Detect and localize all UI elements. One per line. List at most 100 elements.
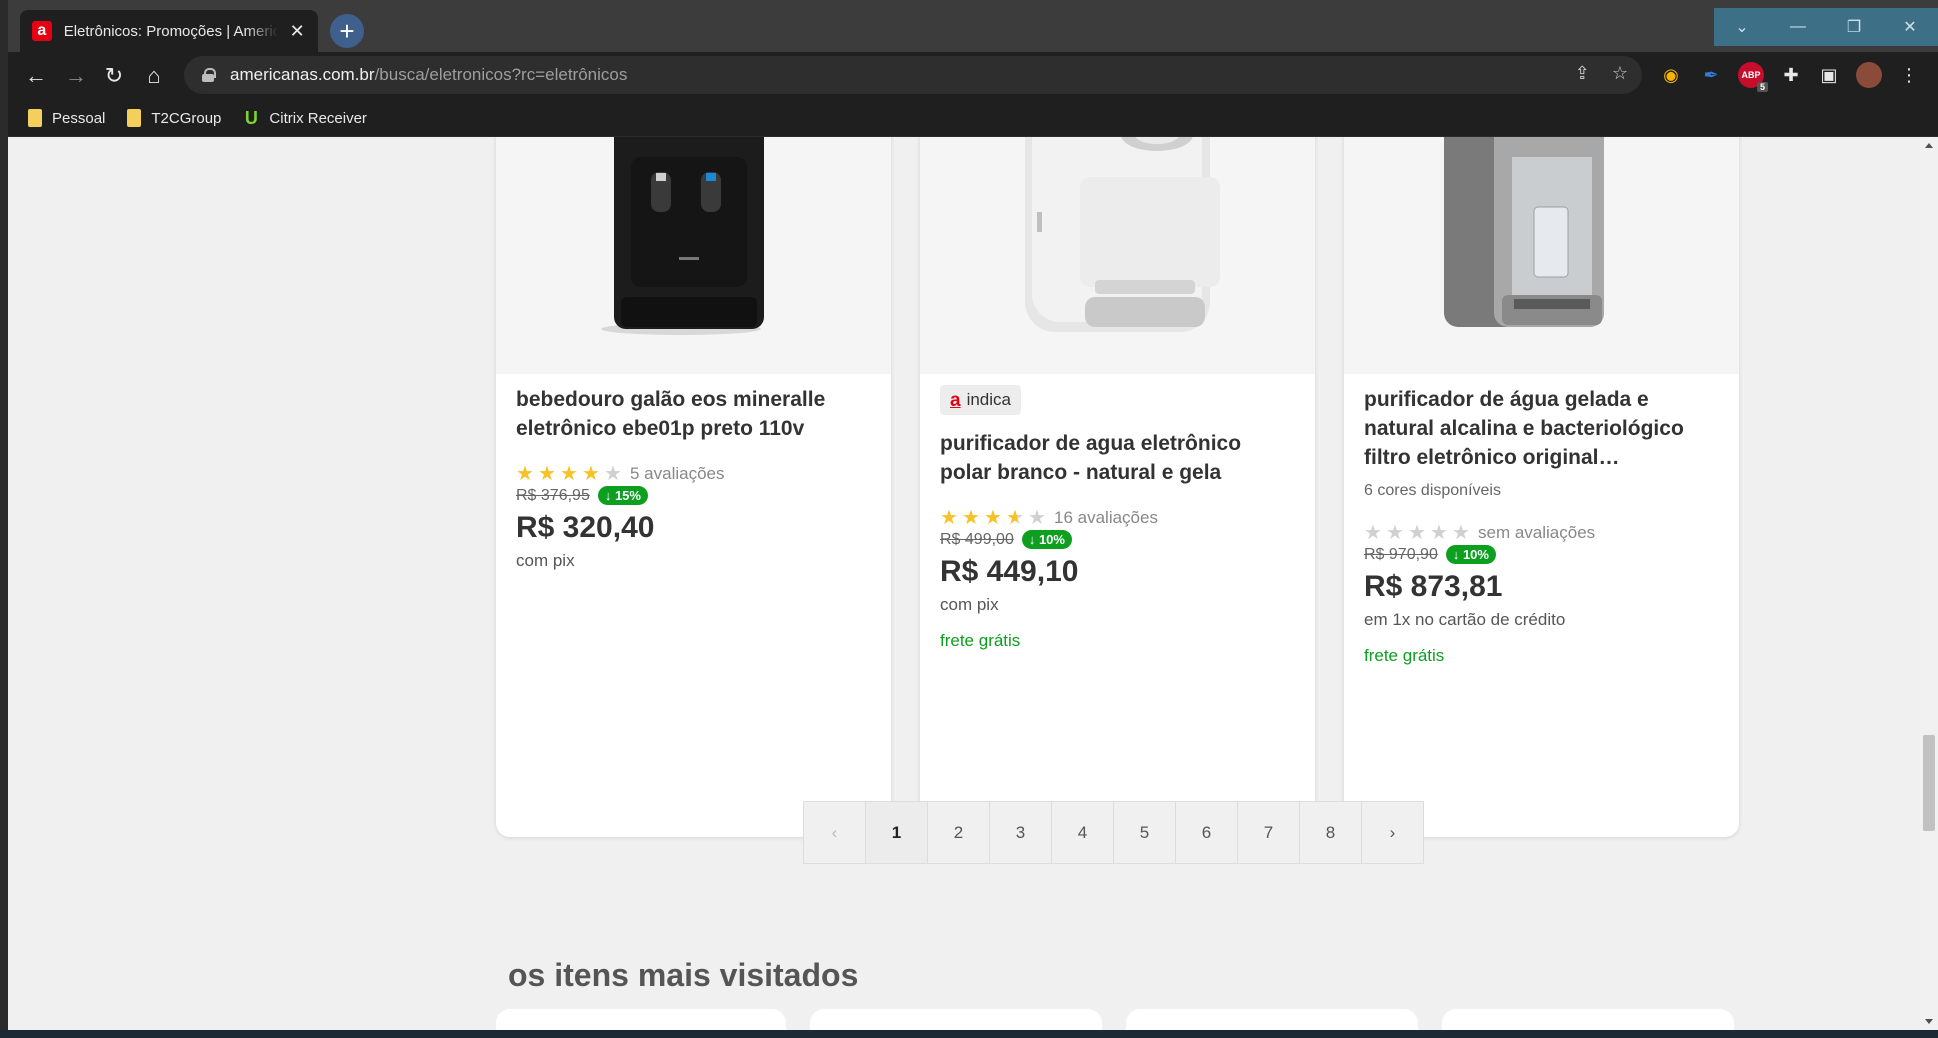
browser-window: a Eletrônicos: Promoções | Americanas ✕ … (0, 0, 1938, 1038)
home-icon[interactable]: ⌂ (140, 62, 168, 90)
active-tab[interactable]: a Eletrônicos: Promoções | Americanas ✕ (20, 10, 318, 52)
old-price-row: R$ 499,00 ↓ 10% (940, 530, 1295, 549)
page-3-button[interactable]: 3 (989, 801, 1052, 864)
forward-icon[interactable]: → (62, 62, 90, 90)
feather-extension-icon[interactable]: ✒ (1698, 62, 1724, 88)
scroll-down-arrow-icon[interactable] (1925, 1019, 1933, 1024)
star-icon: ★ (1386, 522, 1404, 544)
lens-extension-icon[interactable]: ◉ (1658, 62, 1684, 88)
product-image[interactable] (1344, 137, 1739, 374)
citrix-icon: U (244, 107, 258, 128)
free-shipping-label: frete grátis (1364, 646, 1445, 665)
back-icon[interactable]: ← (22, 62, 50, 90)
old-price: R$ 499,00 (940, 530, 1014, 548)
lock-icon (202, 68, 216, 82)
star-icon: ★ (1430, 522, 1448, 544)
product-card[interactable]: a indica purificador de agua eletrônico … (920, 137, 1315, 837)
star-icon: ★ (1364, 522, 1382, 544)
side-panel-icon[interactable]: ▣ (1816, 62, 1842, 88)
star-icon: ★ (984, 507, 1002, 529)
product-title[interactable]: bebedouro galão eos mineralle eletrônico… (516, 385, 871, 443)
badge-label: indica (966, 390, 1011, 409)
scrollbar-thumb[interactable] (1923, 735, 1935, 831)
old-price: R$ 376,95 (516, 486, 590, 504)
pagination: ‹ 1 2 3 4 5 6 7 8 › (803, 801, 1424, 864)
review-count: 16 avaliações (1054, 508, 1158, 527)
bookmark-t2cgroup[interactable]: T2CGroup (127, 109, 221, 127)
page-8-button[interactable]: 8 (1299, 801, 1362, 864)
extensions-puzzle-icon[interactable]: ✚ (1778, 62, 1804, 88)
payment-method: com pix (516, 551, 575, 570)
next-page-button[interactable]: › (1361, 801, 1424, 864)
close-window-icon[interactable]: ✕ (1882, 8, 1938, 46)
product-info: bebedouro galão eos mineralle eletrônico… (516, 385, 871, 571)
new-tab-button[interactable]: + (330, 14, 364, 48)
americanas-logo-icon: a (950, 389, 961, 411)
bookmark-pessoal[interactable]: Pessoal (28, 109, 105, 127)
product-rating: ★ ★ ★ ★ ★ 5 avaliações (516, 463, 871, 485)
bookmark-citrix[interactable]: U Citrix Receiver (243, 108, 367, 129)
star-icon: ★ (538, 463, 556, 485)
page-7-button[interactable]: 7 (1237, 801, 1300, 864)
bookmark-label: Pessoal (52, 109, 106, 127)
folder-icon (28, 109, 42, 127)
url-path: /busca/eletronicos?rc=eletrônicos (374, 65, 628, 84)
restore-icon[interactable]: ❐ (1826, 8, 1882, 46)
payment-method: com pix (940, 595, 999, 614)
window-controls: ⌄ — ❐ ✕ (1714, 8, 1938, 46)
colors-available[interactable]: 6 cores disponíveis (1364, 482, 1719, 500)
page-5-button[interactable]: 5 (1113, 801, 1176, 864)
page-6-button[interactable]: 6 (1175, 801, 1238, 864)
bookmark-star-icon[interactable]: ☆ (1612, 63, 1628, 84)
product-price: R$ 873,81 (1364, 570, 1503, 603)
url-host: americanas.com.br (230, 65, 375, 84)
page-scrollbar[interactable] (1920, 137, 1938, 1030)
adblock-icon[interactable]: ABP 5 (1738, 62, 1768, 92)
free-shipping-label: frete grátis (940, 631, 1021, 650)
star-icon: ★ (1408, 522, 1426, 544)
page-4-button[interactable]: 4 (1051, 801, 1114, 864)
window-border (0, 0, 8, 1038)
product-info: a indica purificador de agua eletrônico … (940, 385, 1295, 651)
share-icon[interactable]: ⇪ (1575, 63, 1590, 84)
page-2-button[interactable]: 2 (927, 801, 990, 864)
close-tab-icon[interactable]: ✕ (288, 21, 306, 42)
product-title[interactable]: purificador de água gelada e natural alc… (1364, 385, 1719, 472)
review-count: 5 avaliações (630, 464, 725, 483)
tab-search-icon[interactable]: ⌄ (1714, 8, 1770, 46)
reload-icon[interactable]: ↻ (100, 62, 128, 90)
scroll-up-arrow-icon[interactable] (1925, 143, 1933, 148)
section-title: os itens mais visitados (508, 957, 859, 993)
prev-page-button[interactable]: ‹ (803, 801, 866, 864)
star-icon: ★ (604, 463, 622, 485)
star-icon: ★ (560, 463, 578, 485)
page-1-button[interactable]: 1 (865, 801, 928, 864)
product-price: R$ 320,40 (516, 511, 655, 544)
minimize-icon[interactable]: — (1770, 8, 1826, 46)
page-content: bebedouro galão eos mineralle eletrônico… (8, 137, 1920, 1030)
product-image[interactable] (496, 137, 891, 374)
adblock-count: 5 (1756, 82, 1768, 92)
star-icon: ★ (1028, 507, 1046, 529)
address-bar[interactable]: americanas.com.br/busca/eletronicos?rc=e… (184, 56, 1642, 94)
product-card[interactable]: bebedouro galão eos mineralle eletrônico… (496, 137, 891, 837)
browser-toolbar: ← → ↻ ⌂ americanas.com.br/busca/eletroni… (8, 52, 1938, 100)
product-info: purificador de água gelada e natural alc… (1364, 385, 1719, 666)
profile-avatar[interactable] (1856, 62, 1882, 88)
product-card[interactable]: purificador de água gelada e natural alc… (1344, 137, 1739, 837)
menu-kebab-icon[interactable]: ⋮ (1896, 62, 1922, 88)
carousel-card[interactable] (1442, 1009, 1734, 1030)
discount-badge: ↓ 10% (1445, 545, 1496, 564)
discount-badge: ↓ 15% (597, 486, 648, 505)
product-title[interactable]: purificador de agua eletrônico polar bra… (940, 429, 1295, 487)
product-image[interactable] (920, 137, 1315, 374)
carousel-card[interactable] (810, 1009, 1102, 1030)
star-icon: ★ (962, 507, 980, 529)
carousel-card[interactable] (496, 1009, 786, 1030)
old-price: R$ 970,90 (1364, 545, 1438, 563)
carousel-card[interactable] (1126, 1009, 1418, 1030)
star-icon: ★ (1452, 522, 1470, 544)
bookmark-label: T2CGroup (151, 109, 222, 127)
product-rating: ★ ★ ★ ★ ★ sem avaliações (1364, 522, 1719, 544)
star-half-icon: ★ (1006, 508, 1028, 528)
